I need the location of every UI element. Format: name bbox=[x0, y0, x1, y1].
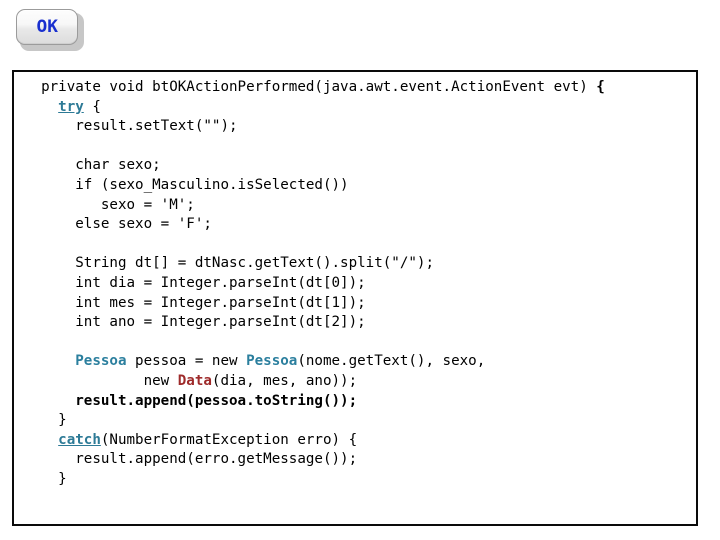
code-line: char sexo; bbox=[24, 156, 696, 176]
code-token: char sexo; bbox=[24, 157, 161, 174]
code-line: result.append(pessoa.toString()); bbox=[24, 392, 696, 412]
code-token: (NumberFormatException erro) { bbox=[100, 431, 358, 448]
code-line: } bbox=[24, 470, 696, 490]
code-line: String dt[] = dtNasc.getText().split("/"… bbox=[24, 254, 696, 274]
code-line: new Data(dia, mes, ano)); bbox=[24, 372, 696, 392]
code-token: try bbox=[58, 98, 84, 115]
ok-button-label: OK bbox=[36, 16, 58, 37]
ok-button-container[interactable]: OK bbox=[16, 9, 84, 51]
code-line: try { bbox=[24, 98, 696, 118]
code-token: result.append(pessoa.toString()); bbox=[75, 392, 358, 409]
code-token: else sexo = 'F'; bbox=[24, 216, 212, 233]
code-line: int dia = Integer.parseInt(dt[0]); bbox=[24, 274, 696, 294]
code-token: result.setText(""); bbox=[24, 118, 238, 135]
code-token: Data bbox=[177, 372, 212, 389]
code-line: } bbox=[24, 411, 696, 431]
ok-button[interactable]: OK bbox=[16, 9, 78, 45]
code-token: } bbox=[24, 412, 67, 429]
code-token: String dt[] = dtNasc.getText().split("/"… bbox=[24, 255, 434, 272]
code-line: int ano = Integer.parseInt(dt[2]); bbox=[24, 313, 696, 333]
code-line: result.append(erro.getMessage()); bbox=[24, 450, 696, 470]
code-line: if (sexo_Masculino.isSelected()) bbox=[24, 176, 696, 196]
code-line: else sexo = 'F'; bbox=[24, 215, 696, 235]
code-line: result.setText(""); bbox=[24, 117, 696, 137]
code-token: new bbox=[24, 372, 178, 389]
code-token: (dia, mes, ano)); bbox=[211, 372, 358, 389]
source-code-listing: private void btOKActionPerformed(java.aw… bbox=[14, 72, 696, 524]
code-token: { bbox=[83, 98, 101, 115]
code-line: Pessoa pessoa = new Pessoa(nome.getText(… bbox=[24, 352, 696, 372]
code-token: sexo = 'M'; bbox=[24, 196, 195, 213]
code-token: int ano = Integer.parseInt(dt[2]); bbox=[24, 314, 366, 331]
code-token: int dia = Integer.parseInt(dt[0]); bbox=[24, 274, 366, 291]
code-token: } bbox=[24, 470, 67, 487]
code-token: Pessoa bbox=[75, 353, 127, 370]
code-line: catch(NumberFormatException erro) { bbox=[24, 431, 696, 451]
code-token: Pessoa bbox=[246, 353, 298, 370]
code-token: pessoa = new bbox=[126, 353, 247, 370]
code-line: int mes = Integer.parseInt(dt[1]); bbox=[24, 294, 696, 314]
code-token: result.append(erro.getMessage()); bbox=[24, 451, 358, 468]
code-token: if (sexo_Masculino.isSelected()) bbox=[24, 176, 349, 193]
code-line: private void btOKActionPerformed(java.aw… bbox=[24, 78, 696, 98]
code-line: sexo = 'M'; bbox=[24, 196, 696, 216]
code-token: catch bbox=[58, 431, 101, 448]
code-listing-box: private void btOKActionPerformed(java.aw… bbox=[12, 70, 698, 526]
code-token: private void btOKActionPerformed(java.aw… bbox=[24, 79, 597, 95]
code-token: int mes = Integer.parseInt(dt[1]); bbox=[24, 294, 366, 311]
code-token: (nome.getText(), sexo, bbox=[297, 353, 486, 370]
code-token: { bbox=[596, 79, 605, 95]
